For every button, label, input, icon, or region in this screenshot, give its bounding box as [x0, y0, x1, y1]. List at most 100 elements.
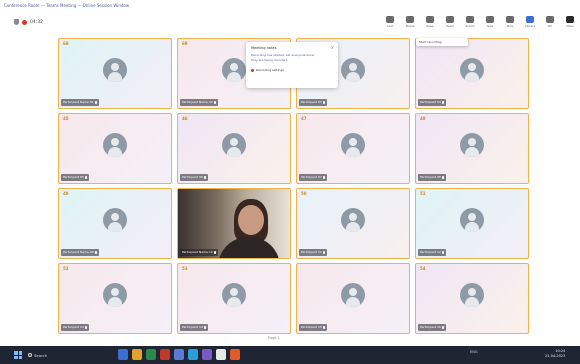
toolbar-button-hand[interactable]: Raise — [420, 16, 440, 36]
avatar-icon — [460, 208, 484, 233]
tile-number: 46 — [182, 116, 188, 121]
participant-name: Participant Name 09 — [63, 250, 94, 254]
toolbar-button-share[interactable]: Share — [560, 16, 580, 36]
toolbar-button-chat[interactable]: Chat — [380, 16, 400, 36]
taskbar-app-icon[interactable] — [202, 349, 212, 360]
toolbar-label: React — [446, 25, 454, 28]
participant-name: Participant 05 — [63, 175, 84, 179]
taskbar-app-icon[interactable] — [146, 349, 156, 360]
participant-tile[interactable]: Participant Name 10 — [177, 188, 291, 259]
mic-muted-icon — [213, 251, 216, 254]
participant-name-tag: Participant 13 — [61, 324, 89, 331]
toolbar-button-apps[interactable]: Apps — [480, 16, 500, 36]
tray-clock[interactable]: 10:24 21-04-2023 — [545, 349, 565, 359]
participant-tile[interactable]: 68 Participant Name 01 — [58, 38, 172, 109]
toolbar-label: Apps — [486, 25, 494, 28]
avatar-icon — [103, 208, 127, 233]
participant-name: Participant 16 — [420, 325, 441, 329]
participant-name: Participant 13 — [63, 325, 84, 329]
participant-tile[interactable]: 52 Participant 13 — [58, 263, 172, 334]
toolbar-button-people[interactable]: People — [400, 16, 420, 36]
mic-muted-icon — [203, 326, 206, 329]
window-caption: Conference Room — Teams Meeting — Online… — [4, 3, 130, 8]
taskbar-app-icon[interactable] — [132, 349, 142, 360]
tile-number: 68 — [63, 41, 69, 46]
video-person-head — [238, 205, 264, 235]
avatar-icon — [341, 58, 365, 83]
avatar-icon — [460, 133, 484, 158]
avatar-icon — [103, 133, 127, 158]
tile-number: 53 — [182, 266, 188, 271]
participant-tile[interactable]: Participant 15 — [296, 263, 410, 334]
tile-number: 50 — [301, 191, 307, 196]
avatar-icon — [222, 283, 246, 308]
tray-date: 21-04-2023 — [545, 354, 566, 358]
mic-muted-icon — [322, 251, 325, 254]
avatar-icon — [103, 283, 127, 308]
taskbar-app-icon[interactable] — [118, 349, 128, 360]
taskbar-app-icon[interactable] — [230, 349, 240, 360]
participant-name-tag: Participant 16 — [418, 324, 446, 331]
taskbar-app-icon[interactable] — [216, 349, 226, 360]
taskbar-app-icon[interactable] — [160, 349, 170, 360]
tile-number: 51 — [420, 191, 426, 196]
participant-name: Participant 03 — [301, 100, 322, 104]
toolbar-button-react[interactable]: React — [440, 16, 460, 36]
close-icon[interactable]: × — [331, 45, 334, 50]
page-indicator[interactable]: Page 1 — [268, 336, 280, 340]
meeting-status: 04:32 — [14, 19, 43, 25]
participant-tile[interactable]: 53 Participant 14 — [177, 263, 291, 334]
participant-tile[interactable]: 47 Participant 07 — [296, 113, 410, 184]
tile-number: 45 — [63, 116, 69, 121]
participant-name-tag: Participant Name 02 — [180, 99, 218, 106]
hand-icon — [426, 16, 434, 23]
avatar-icon — [341, 283, 365, 308]
system-tray-language[interactable]: ENG — [470, 350, 478, 354]
popup-title: Meeting notes — [251, 46, 277, 50]
tile-number: 49 — [63, 191, 69, 196]
taskbar-apps — [118, 349, 240, 360]
participant-name-tag: Participant 08 — [418, 174, 446, 181]
participant-tile[interactable]: 46 Participant 06 — [177, 113, 291, 184]
recording-settings-button[interactable]: Recording settings — [251, 68, 333, 72]
taskbar-app-icon[interactable] — [188, 349, 198, 360]
taskbar-search[interactable]: Search — [28, 350, 88, 360]
participant-name-tag: Participant 03 — [299, 99, 327, 106]
start-button[interactable] — [14, 351, 22, 359]
mic-icon — [546, 16, 554, 23]
participant-name: Participant Name 02 — [182, 100, 213, 104]
participant-name-tag: Participant Name 09 — [61, 249, 99, 256]
toolbar-label: Mic — [547, 25, 553, 28]
avatar-icon — [341, 133, 365, 158]
avatar-icon — [460, 283, 484, 308]
participant-tile[interactable]: 51 Participant 12 — [415, 188, 529, 259]
participant-tile[interactable]: 54 Participant 16 — [415, 263, 529, 334]
participant-name: Participant 06 — [182, 175, 203, 179]
mic-muted-icon — [322, 101, 325, 104]
toolbar-label: More — [506, 25, 514, 28]
mic-muted-icon — [84, 176, 87, 179]
tile-number: 52 — [63, 266, 69, 271]
participant-name-tag: Participant 11 — [299, 249, 327, 256]
participant-tile[interactable]: 50 Participant 11 — [296, 188, 410, 259]
participant-tile[interactable]: 45 Participant 05 — [58, 113, 172, 184]
rooms-icon — [466, 16, 474, 23]
taskbar-app-icon[interactable] — [174, 349, 184, 360]
mic-muted-icon — [213, 101, 216, 104]
mic-muted-icon — [94, 101, 97, 104]
participant-name-tag: Participant 12 — [418, 249, 446, 256]
meeting-toolbar: Chat People Raise React Rooms Apps More Camera M… — [380, 16, 580, 36]
participant-name: Participant 14 — [182, 325, 203, 329]
mic-muted-icon — [441, 101, 444, 104]
tile-number: 54 — [420, 266, 426, 271]
participant-tile[interactable]: 49 Participant Name 09 — [58, 188, 172, 259]
participant-name-tag: Participant Name 10 — [180, 249, 218, 256]
toolbar-button-more[interactable]: More — [500, 16, 520, 36]
camera-icon — [526, 16, 534, 23]
toolbar-label: People — [405, 25, 415, 28]
toolbar-button-mic[interactable]: Mic — [540, 16, 560, 36]
participant-tile[interactable]: Participant 04 — [415, 38, 529, 109]
toolbar-button-camera[interactable]: Camera — [520, 16, 540, 36]
toolbar-button-rooms[interactable]: Rooms — [460, 16, 480, 36]
participant-tile[interactable]: 48 Participant 08 — [415, 113, 529, 184]
